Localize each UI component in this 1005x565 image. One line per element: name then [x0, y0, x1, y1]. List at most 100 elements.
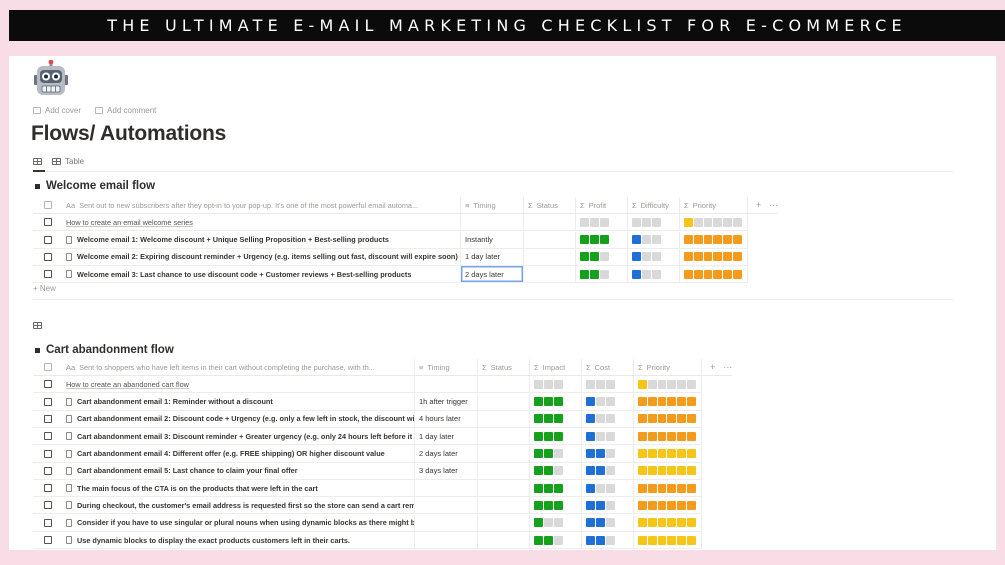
status-cell[interactable] — [478, 376, 530, 393]
row-checkbox-cell[interactable] — [33, 214, 63, 230]
timing-cell[interactable]: 2 days later — [461, 266, 524, 283]
row-checkbox-cell[interactable] — [33, 376, 63, 392]
table-row[interactable]: Cart abandonment email 5: Last chance to… — [33, 462, 702, 480]
row-checkbox-cell[interactable] — [33, 532, 63, 548]
timing-cell[interactable] — [415, 497, 478, 514]
table-row[interactable]: Cart abandonment email 2: Discount code … — [33, 410, 702, 428]
add-column-icon[interactable]: + — [756, 200, 761, 210]
section-title-welcome[interactable]: Welcome email flow — [35, 180, 155, 192]
status-cell[interactable] — [478, 393, 530, 410]
row-checkbox-cell[interactable] — [33, 411, 63, 427]
checkbox[interactable] — [44, 518, 52, 527]
row-checkbox-cell[interactable] — [33, 249, 63, 265]
table-row[interactable]: During checkout, the customer's email ad… — [33, 497, 702, 515]
row-checkbox-cell[interactable] — [33, 232, 63, 248]
table-row[interactable]: How to create an email welcome series — [33, 214, 748, 232]
row-name-cell[interactable]: Consider if you have to use singular or … — [63, 514, 415, 531]
table-row[interactable]: Cart abandonment email 4: Different offe… — [33, 445, 702, 463]
table-row[interactable]: Cart abandonment email 3: Discount remin… — [33, 428, 702, 446]
checkbox[interactable] — [44, 270, 52, 279]
row-checkbox-cell[interactable] — [33, 428, 63, 444]
checkbox[interactable] — [44, 449, 52, 458]
status-cell[interactable] — [478, 514, 530, 531]
row-name-cell[interactable]: Welcome email 3: Last chance to use disc… — [63, 266, 461, 283]
row-name-cell[interactable]: The main focus of the CTA is on the prod… — [63, 480, 415, 497]
status-cell[interactable] — [478, 445, 530, 462]
timing-cell[interactable]: 4 hours later — [415, 410, 478, 427]
column-header-name[interactable]: Aa Sent out to new subscribers after they… — [63, 197, 461, 213]
column-header-timing[interactable]: ≡ Timing — [461, 197, 524, 213]
row-name-cell[interactable]: Cart abandonment email 2: Discount code … — [63, 410, 415, 427]
status-cell[interactable] — [524, 248, 576, 265]
checkbox[interactable] — [44, 218, 52, 227]
timing-cell[interactable]: Instantly — [461, 231, 524, 248]
timing-cell[interactable] — [415, 480, 478, 497]
checkbox[interactable] — [44, 466, 52, 475]
table-row[interactable]: Welcome email 2: Expiring discount remin… — [33, 248, 748, 266]
row-name-cell[interactable]: How to create an email welcome series — [63, 214, 461, 231]
column-header-status[interactable]: Σ Status — [478, 359, 530, 375]
table-row[interactable]: How to create an abandoned cart flow — [33, 376, 702, 394]
row-checkbox-cell[interactable] — [33, 394, 63, 410]
column-header-impact[interactable]: Σ Impact — [530, 359, 582, 375]
tab-table[interactable]: Table — [52, 157, 84, 166]
row-checkbox-cell[interactable] — [33, 446, 63, 462]
table-row[interactable]: Welcome email 3: Last chance to use disc… — [33, 266, 748, 284]
table-row[interactable]: Cart abandonment email 1: Reminder witho… — [33, 393, 702, 411]
row-name-cell[interactable]: How to create an abandoned cart flow — [63, 376, 415, 393]
more-options-icon[interactable]: ··· — [723, 362, 732, 372]
checkbox[interactable] — [44, 501, 52, 510]
timing-cell[interactable]: 3 days later — [415, 462, 478, 479]
column-header-cost[interactable]: Σ Cost — [582, 359, 634, 375]
row-checkbox-cell[interactable] — [33, 480, 63, 496]
status-cell[interactable] — [478, 462, 530, 479]
status-cell[interactable] — [524, 231, 576, 248]
timing-cell[interactable]: 1 day later — [461, 248, 524, 265]
add-comment-button[interactable]: Add comment — [95, 106, 156, 115]
column-header-profit[interactable]: Σ Profit — [576, 197, 628, 213]
select-all-checkbox-cell[interactable] — [33, 197, 63, 213]
status-cell[interactable] — [478, 428, 530, 445]
table-view-icon[interactable] — [33, 322, 42, 329]
add-column-icon[interactable]: + — [710, 362, 715, 372]
table-row[interactable]: Welcome email 1: Welcome discount + Uniq… — [33, 231, 748, 249]
new-row-button[interactable]: + New — [33, 284, 56, 293]
status-cell[interactable] — [478, 532, 530, 548]
row-checkbox-cell[interactable] — [33, 463, 63, 479]
checkbox[interactable] — [44, 414, 52, 423]
timing-cell[interactable] — [461, 214, 524, 231]
status-cell[interactable] — [478, 497, 530, 514]
checkbox[interactable] — [44, 536, 52, 544]
status-cell[interactable] — [524, 214, 576, 231]
column-header-status[interactable]: Σ Status — [524, 197, 576, 213]
add-cover-button[interactable]: Add cover — [33, 106, 81, 115]
table-view-icon[interactable] — [33, 158, 42, 165]
page-title[interactable]: Flows/ Automations — [31, 122, 226, 146]
row-checkbox-cell[interactable] — [33, 266, 63, 282]
more-options-icon[interactable]: ··· — [769, 200, 778, 210]
table-row[interactable]: The main focus of the CTA is on the prod… — [33, 480, 702, 498]
checkbox[interactable] — [44, 432, 52, 441]
row-name-cell[interactable]: Cart abandonment email 4: Different offe… — [63, 445, 415, 462]
timing-cell[interactable]: 1 day later — [415, 428, 478, 445]
checkbox[interactable] — [44, 397, 52, 406]
guide-link[interactable]: How to create an email welcome series — [66, 218, 193, 227]
status-cell[interactable] — [478, 410, 530, 427]
checkbox[interactable] — [44, 201, 52, 209]
row-name-cell[interactable]: Use dynamic blocks to display the exact … — [63, 532, 415, 548]
row-name-cell[interactable]: Cart abandonment email 3: Discount remin… — [63, 428, 415, 445]
timing-cell[interactable] — [415, 532, 478, 548]
row-checkbox-cell[interactable] — [33, 497, 63, 513]
checkbox[interactable] — [44, 235, 52, 244]
column-header-name[interactable]: Aa Sent to shoppers who have left items i… — [63, 359, 415, 375]
column-header-timing[interactable]: ≡ Timing — [415, 359, 478, 375]
table-row[interactable]: Use dynamic blocks to display the exact … — [33, 532, 702, 549]
checkbox[interactable] — [44, 380, 52, 389]
row-name-cell[interactable]: Welcome email 1: Welcome discount + Uniq… — [63, 231, 461, 248]
table-row[interactable]: Consider if you have to use singular or … — [33, 514, 702, 532]
checkbox[interactable] — [44, 252, 52, 261]
timing-cell[interactable] — [415, 514, 478, 531]
guide-link[interactable]: How to create an abandoned cart flow — [66, 380, 189, 389]
status-cell[interactable] — [478, 480, 530, 497]
section-title-cart[interactable]: Cart abandonment flow — [35, 344, 174, 356]
